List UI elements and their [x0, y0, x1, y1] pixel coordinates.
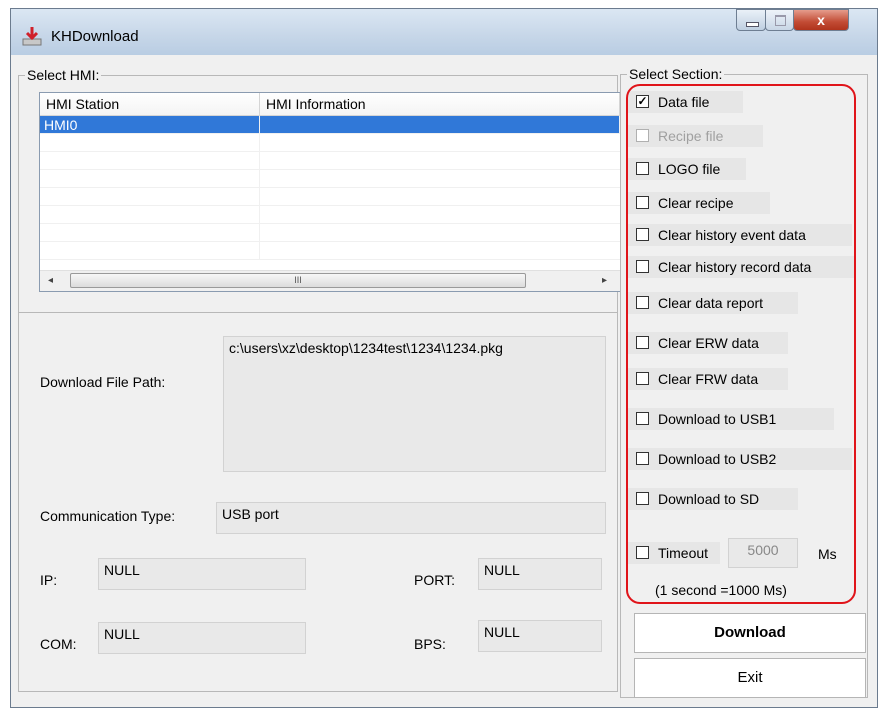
checkbox-data-file[interactable]: ✓ Data file [628, 91, 743, 113]
checkbox-label: Download to SD [658, 491, 760, 507]
table-row [40, 188, 620, 206]
hmi-row-hmi0[interactable]: HMI0 [40, 116, 620, 134]
timeout-value-field[interactable]: 5000 [728, 538, 798, 568]
communication-type-label: Communication Type: [40, 508, 176, 524]
checkbox-label: Download to USB2 [658, 451, 777, 467]
hmi-station-cell: HMI0 [40, 116, 260, 134]
bps-field: NULL [478, 620, 602, 652]
com-label: COM: [40, 636, 77, 652]
download-app-icon [22, 27, 42, 46]
select-hmi-legend: Select HMI: [25, 67, 102, 83]
empty-cell [40, 134, 260, 152]
empty-cell [40, 224, 260, 242]
table-row [40, 206, 620, 224]
table-row [40, 242, 620, 260]
empty-cell [40, 242, 260, 260]
checkbox-label: Clear recipe [658, 195, 734, 211]
table-row [40, 134, 620, 152]
checkbox-clear-history-record-data[interactable]: Clear history record data [628, 256, 856, 278]
checkbox-label: Clear history record data [658, 259, 812, 275]
checkbox-icon[interactable] [636, 296, 649, 309]
hmi-list[interactable]: HMI Station HMI Information HMI0 ◂ III ▸ [39, 92, 621, 292]
checkbox-clear-erw-data[interactable]: Clear ERW data [628, 332, 788, 354]
ip-label: IP: [40, 572, 58, 588]
download-path-field: c:\users\xz\desktop\1234test\1234\1234.p… [223, 336, 606, 472]
checkbox-clear-frw-data[interactable]: Clear FRW data [628, 368, 788, 390]
checkbox-icon[interactable] [636, 129, 649, 142]
ip-field: NULL [98, 558, 306, 590]
download-button[interactable]: Download [634, 613, 866, 653]
timeout-unit-label: Ms [818, 546, 837, 562]
checkbox-recipe-file[interactable]: Recipe file [628, 125, 763, 147]
checkbox-icon[interactable] [636, 162, 649, 175]
checkbox-download-to-sd[interactable]: Download to SD [628, 488, 798, 510]
com-field: NULL [98, 622, 306, 654]
communication-type-field: USB port [216, 502, 606, 534]
port-field: NULL [478, 558, 602, 590]
checkbox-label: Clear data report [658, 295, 764, 311]
minimize-button[interactable] [736, 9, 766, 31]
checkbox-label: Clear FRW data [658, 371, 759, 387]
maximize-button[interactable] [765, 9, 794, 31]
column-hmi-information[interactable]: HMI Information [260, 93, 620, 115]
timeout-label: Timeout [658, 545, 709, 561]
checkbox-label: Clear ERW data [658, 335, 759, 351]
checkbox-icon[interactable] [636, 412, 649, 425]
port-label: PORT: [414, 572, 455, 588]
checkbox-clear-recipe[interactable]: Clear recipe [628, 192, 770, 214]
bps-label: BPS: [414, 636, 446, 652]
empty-cell [40, 152, 260, 170]
checkbox-timeout[interactable]: Timeout [628, 542, 720, 564]
exit-button[interactable]: Exit [634, 658, 866, 698]
empty-cell [40, 170, 260, 188]
checkbox-checked-icon[interactable]: ✓ [636, 95, 649, 108]
table-row [40, 170, 620, 188]
close-icon: x [817, 12, 825, 28]
checkbox-icon[interactable] [636, 452, 649, 465]
checkbox-download-to-usb2[interactable]: Download to USB2 [628, 448, 852, 470]
select-section-legend: Select Section: [627, 66, 725, 82]
title-bar[interactable]: KHDownload x [11, 9, 877, 55]
checkbox-download-to-usb1[interactable]: Download to USB1 [628, 408, 834, 430]
checkbox-icon[interactable] [636, 228, 649, 241]
checkbox-logo-file[interactable]: LOGO file [628, 158, 746, 180]
checkbox-clear-history-event-data[interactable]: Clear history event data [628, 224, 852, 246]
checkbox-label: Recipe file [658, 128, 724, 144]
checkbox-icon[interactable] [636, 260, 649, 273]
window-title: KHDownload [51, 28, 139, 45]
hmi-list-header: HMI Station HMI Information [40, 93, 620, 116]
checkbox-label: LOGO file [658, 161, 721, 177]
scroll-grip-icon: III [294, 275, 302, 285]
checkbox-clear-data-report[interactable]: Clear data report [628, 292, 798, 314]
checkbox-label: Data file [658, 94, 710, 110]
checkbox-icon[interactable] [636, 372, 649, 385]
checkbox-label: Clear history event data [658, 227, 806, 243]
column-hmi-station[interactable]: HMI Station [40, 93, 260, 115]
checkbox-icon[interactable] [636, 492, 649, 505]
table-row [40, 152, 620, 170]
close-button[interactable]: x [793, 9, 849, 31]
hmi-info-cell [260, 116, 620, 134]
empty-cell [40, 188, 260, 206]
horizontal-scrollbar[interactable]: ◂ III ▸ [40, 270, 620, 291]
scroll-thumb[interactable]: III [70, 273, 526, 288]
scroll-right-icon[interactable]: ▸ [602, 275, 607, 286]
checkbox-icon[interactable] [636, 336, 649, 349]
table-row [40, 224, 620, 242]
checkbox-icon[interactable] [636, 196, 649, 209]
empty-cell [40, 206, 260, 224]
checkbox-icon[interactable] [636, 546, 649, 559]
scroll-left-icon[interactable]: ◂ [48, 275, 53, 286]
checkbox-label: Download to USB1 [658, 411, 777, 427]
timeout-note: (1 second =1000 Ms) [655, 582, 787, 598]
download-path-label: Download File Path: [40, 374, 166, 390]
